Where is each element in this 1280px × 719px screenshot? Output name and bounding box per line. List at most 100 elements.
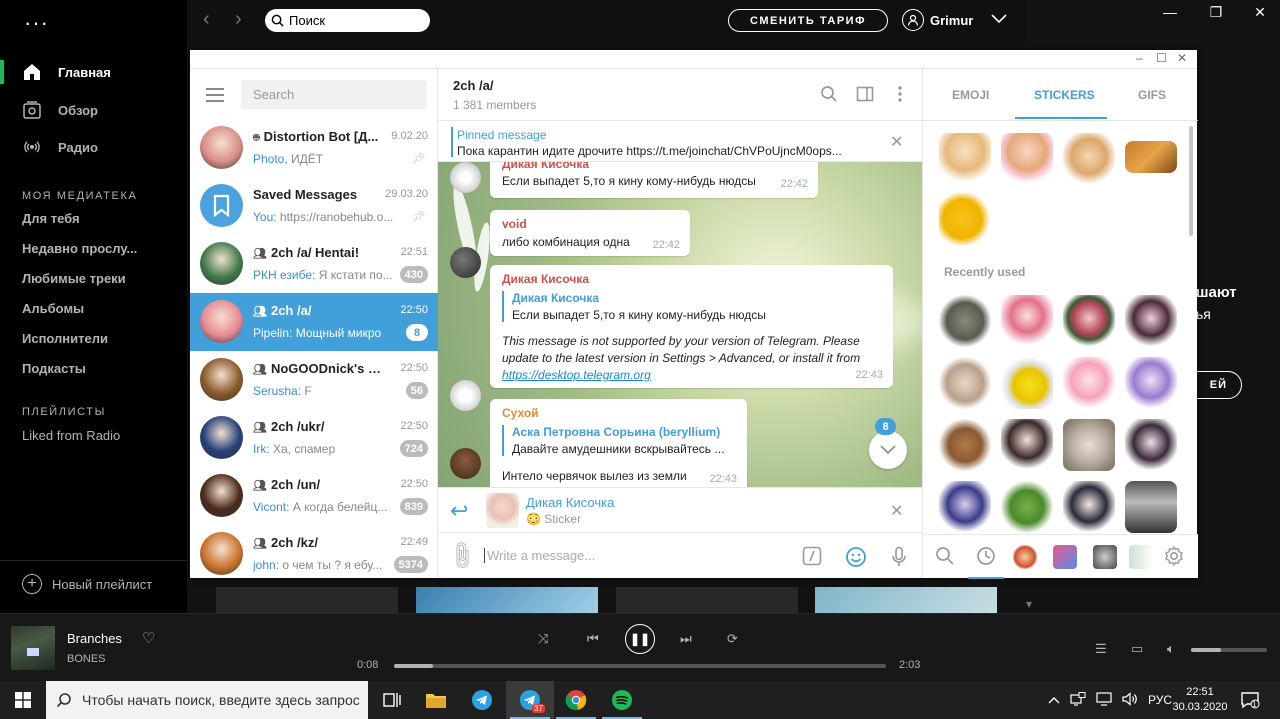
previous-icon[interactable]: ⏮: [587, 631, 599, 647]
album-card[interactable]: [616, 587, 798, 613]
chat-list-item[interactable]: 👥︎ NoGOODnick's chat 22:50 Serusha: F 56: [190, 351, 438, 409]
album-card[interactable]: [815, 587, 997, 613]
sticker[interactable]: [939, 133, 991, 185]
chevron-down-icon[interactable]: [991, 11, 1007, 27]
album-card[interactable]: [216, 587, 398, 613]
maximize-icon[interactable]: ☐: [1156, 51, 1167, 65]
sidebar-toggle-icon[interactable]: [856, 85, 874, 108]
repeat-icon[interactable]: ⟳: [727, 631, 738, 647]
message-sender[interactable]: void: [502, 217, 527, 231]
queue-icon[interactable]: ☰: [1095, 641, 1107, 657]
emoji-icon[interactable]: [845, 546, 867, 573]
library-item[interactable]: Подкасты: [22, 361, 172, 376]
minimize-icon[interactable]: –: [1136, 51, 1143, 65]
pinned-message-bar[interactable]: Pinned message Пока карантин идите дрочи…: [438, 122, 922, 162]
message-bubble[interactable]: Сухой Аска Петровна Сорьина (beryllium) …: [490, 399, 747, 487]
sticker[interactable]: [1063, 357, 1115, 409]
forward-arrow-icon[interactable]: ›: [235, 8, 242, 31]
spotify-menu-icon[interactable]: ···: [24, 10, 49, 36]
attach-icon[interactable]: 📎︎: [444, 538, 480, 574]
library-item[interactable]: Исполнители: [22, 331, 172, 346]
search-icon[interactable]: [820, 85, 838, 108]
notification-center-button[interactable]: 1: [1240, 690, 1260, 715]
display-icon[interactable]: [1096, 691, 1112, 709]
track-title[interactable]: Branches: [67, 631, 122, 646]
taskbar-search-input[interactable]: Чтобы начать поиск, введите здесь запрос: [46, 681, 368, 719]
task-view-button[interactable]: [368, 681, 416, 719]
maximize-icon[interactable]: ❐: [1196, 4, 1236, 21]
devices-icon[interactable]: ▭: [1131, 641, 1143, 657]
sticker[interactable]: [939, 357, 991, 409]
nav-home[interactable]: Главная: [22, 62, 111, 82]
sticker[interactable]: [1001, 419, 1053, 471]
volume-icon[interactable]: 🔈︎: [1167, 641, 1175, 657]
chat-list-item[interactable]: 🤖︎ Distortion Bot [Д... 9.02.20 Photo, ИДЁТ…: [190, 119, 438, 177]
user-avatar[interactable]: [450, 448, 481, 479]
shuffle-icon[interactable]: ⤨: [538, 631, 548, 647]
sticker[interactable]: [1125, 419, 1177, 471]
scroll-to-bottom-button[interactable]: [869, 431, 907, 469]
panel-scrollbar[interactable]: [1189, 126, 1193, 236]
reply-quote[interactable]: Аска Петровна Сорьина (beryllium) Давайт…: [502, 425, 724, 456]
bot-commands-icon[interactable]: [802, 546, 822, 571]
message-sender[interactable]: Дикая Кисочка: [502, 162, 589, 171]
scroll-down-icon[interactable]: ▾: [1026, 597, 1032, 611]
next-icon[interactable]: ⏭: [680, 631, 692, 647]
speaker-icon[interactable]: [1122, 691, 1138, 709]
spotify-search-input[interactable]: Поиск: [265, 9, 430, 32]
sticker[interactable]: [939, 295, 991, 347]
message-bubble[interactable]: Дикая Кисочка Если выпадет 5,то я кину к…: [490, 162, 818, 198]
taskbar-explorer[interactable]: [412, 681, 460, 719]
start-button[interactable]: [0, 681, 46, 719]
pause-button[interactable]: ❚❚: [625, 624, 655, 654]
taskbar-telegram-active[interactable]: 37: [506, 681, 554, 719]
sticker[interactable]: [1125, 481, 1177, 533]
message-bubble[interactable]: void либо комбинация одна 22:42: [490, 210, 690, 256]
reply-preview-bar[interactable]: ↩ Дикая Кисочка 😳 Sticker ✕: [438, 487, 922, 532]
user-menu[interactable]: Grimur: [902, 9, 973, 31]
sticker[interactable]: [1001, 357, 1053, 409]
tab-gifs[interactable]: GIFS: [1138, 88, 1166, 102]
back-arrow-icon[interactable]: ‹: [203, 8, 210, 31]
sticker-set-icon[interactable]: [1129, 545, 1153, 569]
track-artist[interactable]: BONES: [67, 653, 106, 665]
tab-emoji[interactable]: EMOJI: [952, 88, 989, 102]
sticker[interactable]: [1125, 357, 1177, 409]
message-bubble[interactable]: Дикая Кисочка Дикая Кисочка Если выпадет…: [490, 265, 893, 388]
nav-radio[interactable]: Радио: [22, 137, 98, 157]
chat-list-item[interactable]: 👥︎ 2ch /un/22:50 Vicont: А когда белейц...…: [190, 467, 438, 525]
album-card[interactable]: [416, 587, 598, 613]
volume-slider[interactable]: [1191, 648, 1267, 652]
sticker[interactable]: [1001, 295, 1053, 347]
chat-list-item[interactable]: 👥︎ 2ch /kz/22:49 john: о чем ты ? я ебу...…: [190, 525, 438, 583]
sticker[interactable]: [1063, 133, 1115, 185]
chat-title[interactable]: 2ch /a/: [453, 78, 493, 93]
language-indicator[interactable]: РУС: [1148, 693, 1172, 707]
close-icon[interactable]: ✕: [1240, 4, 1280, 21]
gear-icon[interactable]: [1163, 545, 1185, 572]
user-avatar[interactable]: [450, 380, 481, 411]
minimize-icon[interactable]: —: [1150, 4, 1190, 20]
message-input[interactable]: Write a message...: [484, 548, 595, 563]
message-history[interactable]: Дикая Кисочка Если выпадет 5,то я кину к…: [438, 162, 922, 487]
album-art[interactable]: [11, 626, 55, 670]
nav-browse[interactable]: Обзор: [22, 100, 98, 120]
new-playlist-button[interactable]: + Новый плейлист: [22, 574, 152, 594]
recent-clock-icon[interactable]: [976, 546, 996, 571]
close-pinned-icon[interactable]: ✕: [890, 132, 903, 152]
microphone-icon[interactable]: [891, 546, 907, 573]
more-options-icon[interactable]: [897, 85, 903, 108]
sticker[interactable]: [939, 419, 991, 471]
user-avatar[interactable]: [450, 247, 481, 278]
sticker[interactable]: [939, 481, 991, 533]
chat-list-item[interactable]: 👥︎ 2ch /a/22:50 Pipelin: Мощный микро 8: [190, 293, 438, 351]
library-item[interactable]: Альбомы: [22, 301, 172, 316]
close-icon[interactable]: ✕: [1177, 51, 1187, 65]
chat-list-item[interactable]: Saved Messages 29.03.20 You: https://ranob…: [190, 177, 438, 235]
sticker[interactable]: [939, 193, 991, 245]
sticker[interactable]: [1063, 419, 1115, 471]
sticker-set-icon[interactable]: [1053, 545, 1077, 569]
reply-quote[interactable]: Дикая Кисочка Если выпадет 5,то я кину к…: [502, 291, 766, 322]
user-avatar[interactable]: [450, 162, 481, 193]
sticker[interactable]: [1001, 481, 1053, 533]
